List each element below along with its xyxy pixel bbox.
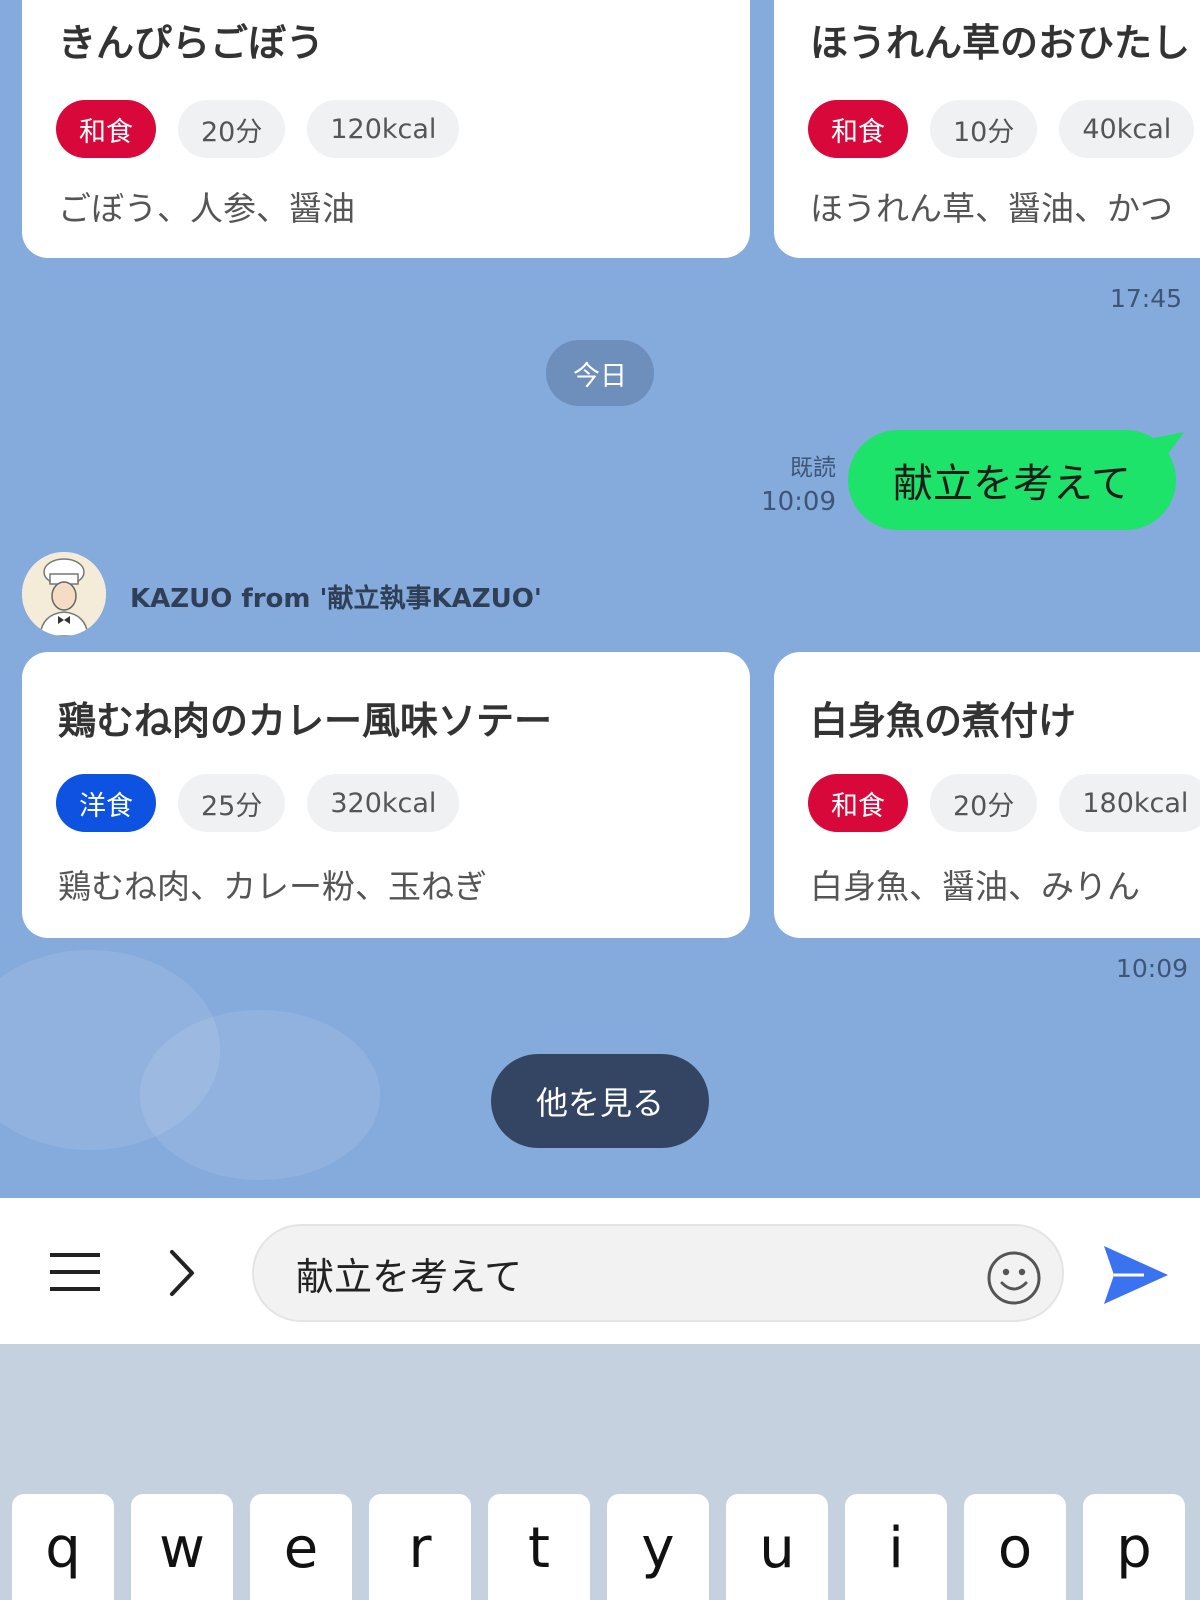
recipe-card[interactable]: ほうれん草のおひたし 和食 10分 40kcal ほうれん草、醤油、かつ xyxy=(774,0,1200,258)
date-separator: 今日 xyxy=(546,340,654,406)
message-timestamp: 17:45 xyxy=(1110,284,1183,313)
recipe-ingredients: 鶏むね肉、カレー粉、玉ねぎ xyxy=(58,867,487,906)
message-input-value[interactable]: 献立を考えて xyxy=(296,1226,522,1320)
recipe-title: きんぴらごぼう xyxy=(58,21,325,65)
recipe-ingredients: 白身魚、醤油、みりん xyxy=(810,867,1140,906)
recipe-card[interactable]: きんぴらごぼう 和食 20分 120kcal ごぼう、人参、醤油 xyxy=(22,0,750,258)
recipe-card[interactable]: 鶏むね肉のカレー風味ソテー 洋食 25分 320kcal 鶏むね肉、カレー粉、玉… xyxy=(22,652,750,938)
key-q[interactable]: q xyxy=(12,1494,114,1600)
cuisine-tag: 和食 xyxy=(808,774,908,832)
message-timestamp: 10:09 xyxy=(1116,954,1189,983)
chevron-right-icon[interactable] xyxy=(162,1248,202,1298)
key-w[interactable]: w xyxy=(131,1494,233,1600)
time-tag: 25分 xyxy=(178,774,286,832)
calorie-tag: 120kcal xyxy=(307,100,460,158)
key-u[interactable]: u xyxy=(726,1494,828,1600)
cuisine-tag: 和食 xyxy=(808,100,908,158)
message-timestamp: 10:09 xyxy=(761,487,836,517)
bot-sender-name: KAZUO from '献立執事KAZUO' xyxy=(130,584,542,614)
time-tag: 20分 xyxy=(178,100,286,158)
recipe-ingredients: ごぼう、人参、醤油 xyxy=(58,189,355,228)
key-e[interactable]: e xyxy=(250,1494,352,1600)
key-p[interactable]: p xyxy=(1083,1494,1185,1600)
recipe-title: 白身魚の煮付け xyxy=(810,699,1077,743)
recipe-tags: 和食 20分 180kcal xyxy=(808,774,1200,832)
recipe-tags: 洋食 25分 320kcal xyxy=(56,774,460,832)
user-message-bubble[interactable]: 献立を考えて xyxy=(848,430,1176,530)
read-receipt: 既読 10:09 xyxy=(740,452,836,520)
send-arrow-icon[interactable] xyxy=(1100,1240,1170,1310)
recipe-ingredients: ほうれん草、醤油、かつ xyxy=(810,189,1173,228)
recipe-tags: 和食 20分 120kcal xyxy=(56,100,460,158)
cuisine-tag: 和食 xyxy=(56,100,156,158)
key-i[interactable]: i xyxy=(845,1494,947,1600)
cuisine-tag: 洋食 xyxy=(56,774,156,832)
key-r[interactable]: r xyxy=(369,1494,471,1600)
read-label: 既読 xyxy=(790,455,836,481)
key-t[interactable]: t xyxy=(488,1494,590,1600)
recipe-title: 鶏むね肉のカレー風味ソテー xyxy=(58,699,553,743)
chef-avatar-icon xyxy=(22,552,106,636)
chat-area[interactable]: きんぴらごぼう 和食 20分 120kcal ごぼう、人参、醤油 ほうれん草のお… xyxy=(0,0,1200,1198)
smiley-icon[interactable] xyxy=(986,1250,1042,1306)
message-input[interactable]: 献立を考えて xyxy=(252,1224,1064,1322)
calorie-tag: 320kcal xyxy=(307,774,460,832)
time-tag: 10分 xyxy=(930,100,1038,158)
hamburger-menu-icon[interactable] xyxy=(48,1250,102,1294)
recipe-card[interactable]: 白身魚の煮付け 和食 20分 180kcal 白身魚、醤油、みりん xyxy=(774,652,1200,938)
recipe-tags: 和食 10分 40kcal xyxy=(808,100,1195,158)
bot-avatar[interactable] xyxy=(22,552,106,636)
background-cloud xyxy=(140,1010,380,1180)
time-tag: 20分 xyxy=(930,774,1038,832)
calorie-tag: 40kcal xyxy=(1059,100,1195,158)
recipe-title: ほうれん草のおひたし xyxy=(810,21,1191,65)
key-o[interactable]: o xyxy=(964,1494,1066,1600)
calorie-tag: 180kcal xyxy=(1059,774,1200,832)
key-y[interactable]: y xyxy=(607,1494,709,1600)
see-more-button[interactable]: 他を見る xyxy=(491,1054,709,1148)
